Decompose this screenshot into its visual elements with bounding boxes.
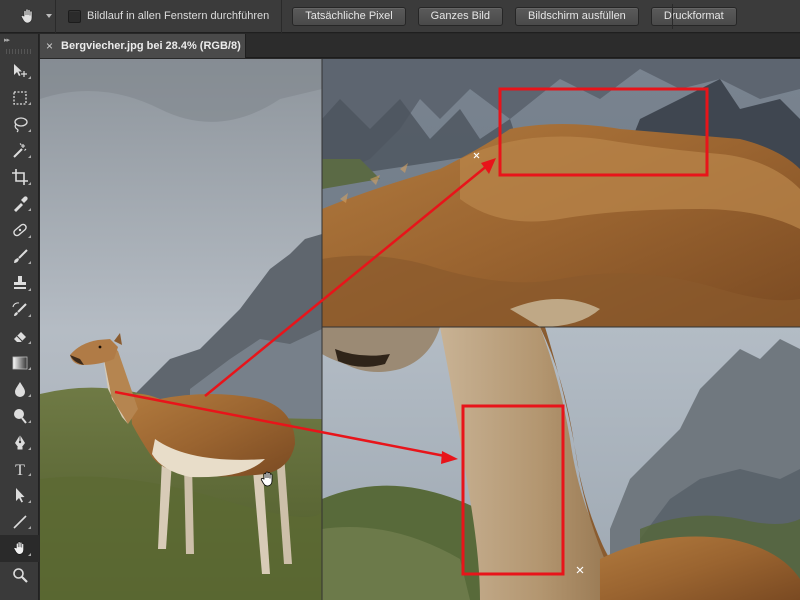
- zoom-icon: [12, 567, 28, 583]
- blur-icon: [14, 382, 25, 398]
- tool-magic-wand[interactable]: [0, 138, 39, 165]
- move-icon: [13, 64, 27, 78]
- lasso-icon: [13, 117, 28, 133]
- options-divider: [672, 4, 673, 29]
- tool-clone-stamp[interactable]: [0, 270, 39, 297]
- chevron-down-icon: [46, 14, 52, 18]
- options-bar: Bildlauf in allen Fenstern durchführen T…: [0, 0, 800, 33]
- stamp-icon: [13, 276, 26, 290]
- eyedropper-icon: [13, 196, 28, 212]
- type-icon: T: [15, 462, 25, 478]
- dodge-icon: [13, 408, 27, 424]
- tool-hand[interactable]: [0, 535, 39, 562]
- zoom-detail-back: [322, 59, 800, 327]
- full-photo: [40, 59, 322, 600]
- document-tab[interactable]: × Bergviecher.jpg bei 28.4% (RGB/8): [40, 34, 246, 58]
- healing-brush-icon: [12, 223, 27, 237]
- canvas-image: [40, 59, 800, 600]
- collapse-panel-button[interactable]: ▸▸: [0, 34, 38, 46]
- pen-icon: [14, 435, 25, 450]
- tool-move[interactable]: [0, 58, 39, 85]
- gradient-icon: [12, 356, 27, 370]
- scroll-all-windows-label: Bildlauf in allen Fenstern durchführen: [87, 10, 270, 22]
- close-icon[interactable]: ×: [46, 39, 53, 53]
- tool-marquee[interactable]: [0, 85, 39, 112]
- hand-icon: [21, 8, 33, 24]
- path-selection-icon: [15, 488, 24, 503]
- print-size-button[interactable]: Druckformat: [650, 6, 737, 26]
- eraser-icon: [13, 332, 26, 343]
- actual-pixels-button[interactable]: Tatsächliche Pixel: [292, 6, 406, 26]
- hand-icon: [13, 541, 24, 555]
- tools-panel: ▸▸ T: [0, 34, 39, 600]
- brush-icon: [13, 249, 28, 263]
- tool-line[interactable]: [0, 509, 39, 536]
- fit-screen-button[interactable]: Ganzes Bild: [417, 6, 503, 26]
- tool-dodge[interactable]: [0, 403, 39, 430]
- scroll-all-windows-option[interactable]: Bildlauf in allen Fenstern durchführen: [68, 0, 283, 33]
- line-icon: [12, 515, 27, 529]
- tool-path-selection[interactable]: [0, 482, 39, 509]
- tool-zoom[interactable]: [0, 562, 39, 589]
- document-canvas[interactable]: [40, 59, 800, 600]
- tool-preset-picker[interactable]: [0, 0, 56, 33]
- double-chevron-icon: ▸▸: [4, 37, 10, 44]
- fill-screen-button[interactable]: Bildschirm ausfüllen: [514, 6, 639, 26]
- tool-healing[interactable]: [0, 217, 39, 244]
- tool-eraser[interactable]: [0, 323, 39, 350]
- tool-eyedropper[interactable]: [0, 191, 39, 218]
- scroll-all-windows-checkbox[interactable]: [68, 9, 81, 23]
- tool-type[interactable]: T: [0, 456, 39, 483]
- type-glyph: T: [15, 462, 25, 478]
- document-tab-bar: × Bergviecher.jpg bei 28.4% (RGB/8): [40, 34, 800, 58]
- tool-lasso[interactable]: [0, 111, 39, 138]
- tool-brush[interactable]: [0, 244, 39, 271]
- document-title: Bergviecher.jpg bei 28.4% (RGB/8): [61, 40, 241, 52]
- crop-icon: [11, 169, 28, 186]
- panel-grip[interactable]: [6, 49, 32, 54]
- history-brush-icon: [11, 302, 27, 316]
- tool-blur[interactable]: [0, 376, 39, 403]
- magic-wand-icon: [12, 142, 26, 158]
- tool-gradient[interactable]: [0, 350, 39, 377]
- zoom-detail-neck: [322, 327, 800, 600]
- tool-history-brush[interactable]: [0, 297, 39, 324]
- tool-pen[interactable]: [0, 429, 39, 456]
- tool-crop[interactable]: [0, 164, 39, 191]
- marquee-icon: [12, 91, 27, 105]
